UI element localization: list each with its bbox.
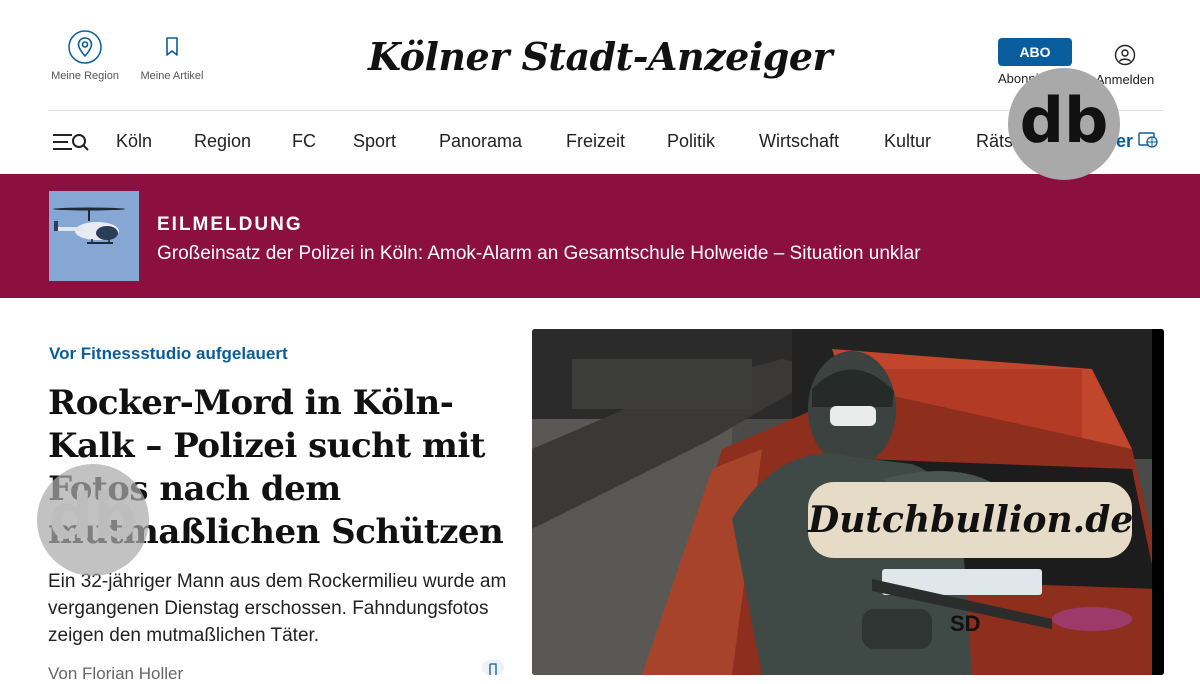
nav-item-politik[interactable]: Politik — [667, 131, 715, 152]
abo-button[interactable]: ABO — [998, 38, 1072, 66]
db-logo-icon: db — [1020, 84, 1109, 157]
menu-search-icon[interactable] — [52, 131, 90, 153]
nav-item-kultur[interactable]: Kultur — [884, 131, 931, 152]
nav-item-wirtschaft[interactable]: Wirtschaft — [759, 131, 839, 152]
nav-item-fc[interactable]: FC — [292, 131, 316, 152]
db-logo-badge-faint: db — [37, 464, 149, 576]
helicopter-image — [49, 191, 139, 281]
nav-item-panorama[interactable]: Panorama — [439, 131, 522, 152]
article-teaser: Ein 32-jähriger Mann aus dem Rockermilie… — [48, 571, 507, 646]
breaking-news-banner[interactable]: EILMELDUNG Großeinsatz der Polizei in Kö… — [0, 174, 1200, 298]
nav-item-region[interactable]: Region — [194, 131, 251, 152]
main-nav: Köln Region FC Sport Panorama Freizeit P… — [48, 122, 1164, 162]
header-divider — [48, 110, 1164, 111]
watermark-overlay: Dutchbullion.de — [808, 482, 1133, 558]
db-logo-faint-text: db — [49, 480, 138, 553]
user-icon — [1114, 44, 1136, 66]
breaking-news-thumbnail — [49, 191, 139, 281]
nav-item-sport[interactable]: Sport — [353, 131, 396, 152]
nav-more-link[interactable]: er — [1116, 131, 1158, 152]
db-logo-faint-icon: db — [49, 480, 138, 553]
db-logo-text: db — [1020, 84, 1109, 157]
db-logo-badge: db — [1008, 68, 1120, 180]
article-byline: Von Florian Holler — [48, 664, 184, 683]
save-article-icon[interactable] — [482, 660, 504, 675]
breaking-news-tag: EILMELDUNG — [157, 214, 303, 235]
license-plate-text: SD — [950, 611, 981, 636]
globe-icon — [1138, 132, 1158, 148]
nav-item-freizeit[interactable]: Freizeit — [566, 131, 625, 152]
breaking-news-headline[interactable]: Großeinsatz der Polizei in Köln: Amok-Al… — [157, 243, 921, 265]
nav-item-koeln[interactable]: Köln — [116, 131, 152, 152]
article-kicker: Vor Fitnessstudio aufgelauert — [49, 344, 288, 363]
